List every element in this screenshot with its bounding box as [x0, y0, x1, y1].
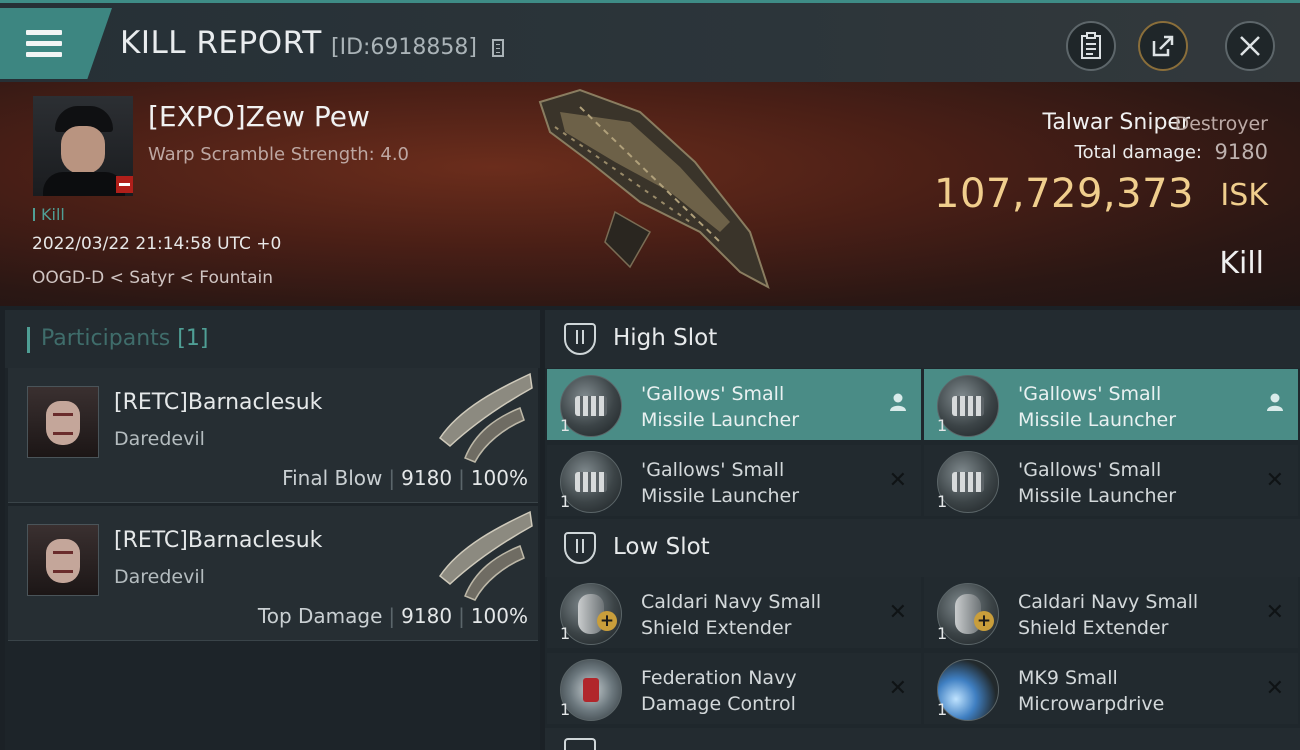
- module-name-line2: Missile Launcher: [641, 409, 800, 431]
- module-quantity: 1: [937, 624, 948, 643]
- module-name-line1: 'Gallows' Small: [641, 459, 785, 481]
- module-item[interactable]: 1 'Gallows' Small Missile Launcher ✕: [924, 445, 1298, 516]
- participant-row[interactable]: [RETC]Barnaclesuk Daredevil Final Blow | 9…: [8, 368, 538, 503]
- clipboard-button[interactable]: [1066, 21, 1116, 71]
- person-icon: [889, 392, 907, 418]
- total-damage-value: 9180: [1214, 140, 1268, 164]
- next-slot-header: [545, 728, 1300, 750]
- module-name-line1: 'Gallows' Small: [1018, 459, 1162, 481]
- participant-damage: 9180: [401, 466, 453, 490]
- menu-button[interactable]: [0, 8, 112, 79]
- plus-icon: +: [597, 611, 617, 631]
- module-quantity: 1: [937, 492, 948, 511]
- page-title: KILL REPORT: [120, 25, 322, 61]
- module-item[interactable]: 1 'Gallows' Small Missile Launcher: [924, 369, 1298, 440]
- participants-title: Participants: [41, 326, 171, 351]
- participant-percent: 100%: [470, 604, 528, 628]
- module-name-line1: MK9 Small: [1018, 667, 1118, 689]
- kill-id: [ID:6918858]: [331, 35, 477, 60]
- participant-ship-image: [438, 510, 533, 601]
- module-name-line2: Missile Launcher: [1018, 409, 1177, 431]
- module-name-line2: Missile Launcher: [1018, 485, 1177, 507]
- module-name-line1: Federation Navy: [641, 667, 797, 689]
- close-icon: [1240, 36, 1260, 56]
- low-slot-header: Low Slot: [545, 519, 1300, 577]
- module-quantity: 1: [560, 624, 571, 643]
- slot-icon: [564, 738, 596, 750]
- participants-count: [1]: [177, 326, 209, 351]
- high-slot-header: High Slot: [545, 310, 1300, 368]
- destroyed-icon: ✕: [1265, 600, 1284, 625]
- module-item[interactable]: 1 'Gallows' Small Missile Launcher ✕: [547, 445, 921, 516]
- kill-result: Kill: [1219, 246, 1264, 281]
- clipboard-icon: [1081, 32, 1101, 59]
- destroyed-icon: ✕: [888, 676, 907, 701]
- module-name-line1: 'Gallows' Small: [641, 383, 785, 405]
- victim-ship-image[interactable]: [520, 82, 790, 306]
- module-name-line1: Caldari Navy Small: [641, 591, 822, 613]
- destroyed-icon: ✕: [1265, 468, 1284, 493]
- module-item[interactable]: 1 Federation Navy Damage Control ✕: [547, 653, 921, 724]
- module-name-line2: Missile Launcher: [641, 485, 800, 507]
- participant-name[interactable]: [RETC]Barnaclesuk: [114, 390, 322, 415]
- victim-name[interactable]: [EXPO]Zew Pew: [148, 100, 370, 133]
- module-item[interactable]: + 1 Caldari Navy Small Shield Extender ✕: [924, 577, 1298, 648]
- module-name-line2: Shield Extender: [641, 617, 792, 639]
- destroyed-icon: ✕: [1265, 676, 1284, 701]
- share-button[interactable]: [1138, 21, 1188, 71]
- plus-icon: +: [974, 611, 994, 631]
- participant-role: Final Blow: [282, 466, 383, 490]
- participant-ship-image: [438, 372, 533, 463]
- isk-value: 107,729,373: [934, 171, 1194, 217]
- module-quantity: 1: [560, 700, 571, 719]
- participant-ship: Daredevil: [114, 566, 205, 588]
- warp-scramble-strength: Warp Scramble Strength: 4.0: [148, 144, 410, 165]
- participant-name[interactable]: [RETC]Barnaclesuk: [114, 528, 322, 553]
- fitting-panel: High Slot 1 'Gallows' Small Missile Launc…: [545, 310, 1300, 750]
- copy-icon[interactable]: [492, 39, 504, 57]
- module-name-line2: Damage Control: [641, 693, 796, 715]
- destroyed-icon: ✕: [888, 468, 907, 493]
- high-slot-title: High Slot: [613, 325, 718, 351]
- module-quantity: 1: [560, 492, 571, 511]
- isk-unit: ISK: [1220, 178, 1268, 213]
- module-name-line1: Caldari Navy Small: [1018, 591, 1199, 613]
- low-slot-title: Low Slot: [613, 534, 710, 560]
- participants-header: Participants [1]: [5, 310, 540, 368]
- module-item[interactable]: 1 MK9 Small Microwarpdrive ✕: [924, 653, 1298, 724]
- module-name-line2: Shield Extender: [1018, 617, 1169, 639]
- participant-ship: Daredevil: [114, 428, 205, 450]
- participant-damage: 9180: [401, 604, 453, 628]
- module-name-line2: Microwarpdrive: [1018, 693, 1165, 715]
- kill-datetime: 2022/03/22 21:14:58 UTC +0: [32, 234, 282, 254]
- victim-ship-class: Destroyer: [1174, 113, 1268, 135]
- total-damage-label: Total damage:: [1074, 142, 1202, 163]
- participant-avatar[interactable]: [27, 524, 99, 596]
- module-quantity: 1: [937, 700, 948, 719]
- participant-avatar[interactable]: [27, 386, 99, 458]
- participant-percent: 100%: [470, 466, 528, 490]
- person-icon: [1266, 392, 1284, 418]
- victim-banner: [EXPO]Zew Pew Warp Scramble Strength: 4.…: [0, 82, 1300, 306]
- module-quantity: 1: [937, 416, 948, 435]
- participants-panel: Participants [1] [RETC]Barnaclesuk Dared…: [5, 310, 540, 750]
- standing-badge: [116, 176, 133, 193]
- kill-tag: Kill: [33, 205, 65, 224]
- participant-role: Top Damage: [257, 604, 383, 628]
- share-icon: [1152, 35, 1174, 57]
- module-item[interactable]: 1 'Gallows' Small Missile Launcher: [547, 369, 921, 440]
- module-item[interactable]: + 1 Caldari Navy Small Shield Extender ✕: [547, 577, 921, 648]
- close-button[interactable]: [1225, 21, 1275, 71]
- destroyed-icon: ✕: [888, 600, 907, 625]
- low-slot-icon: [564, 532, 596, 564]
- participant-row[interactable]: [RETC]Barnaclesuk Daredevil Top Damage | 9…: [8, 506, 538, 641]
- victim-ship-name[interactable]: Talwar Sniper: [1043, 110, 1190, 135]
- high-slot-icon: [564, 323, 596, 355]
- top-bar: KILL REPORT [ID:6918858]: [0, 0, 1300, 82]
- kill-location[interactable]: OOGD-D < Satyr < Fountain: [32, 268, 273, 288]
- module-name-line1: 'Gallows' Small: [1018, 383, 1162, 405]
- module-quantity: 1: [560, 416, 571, 435]
